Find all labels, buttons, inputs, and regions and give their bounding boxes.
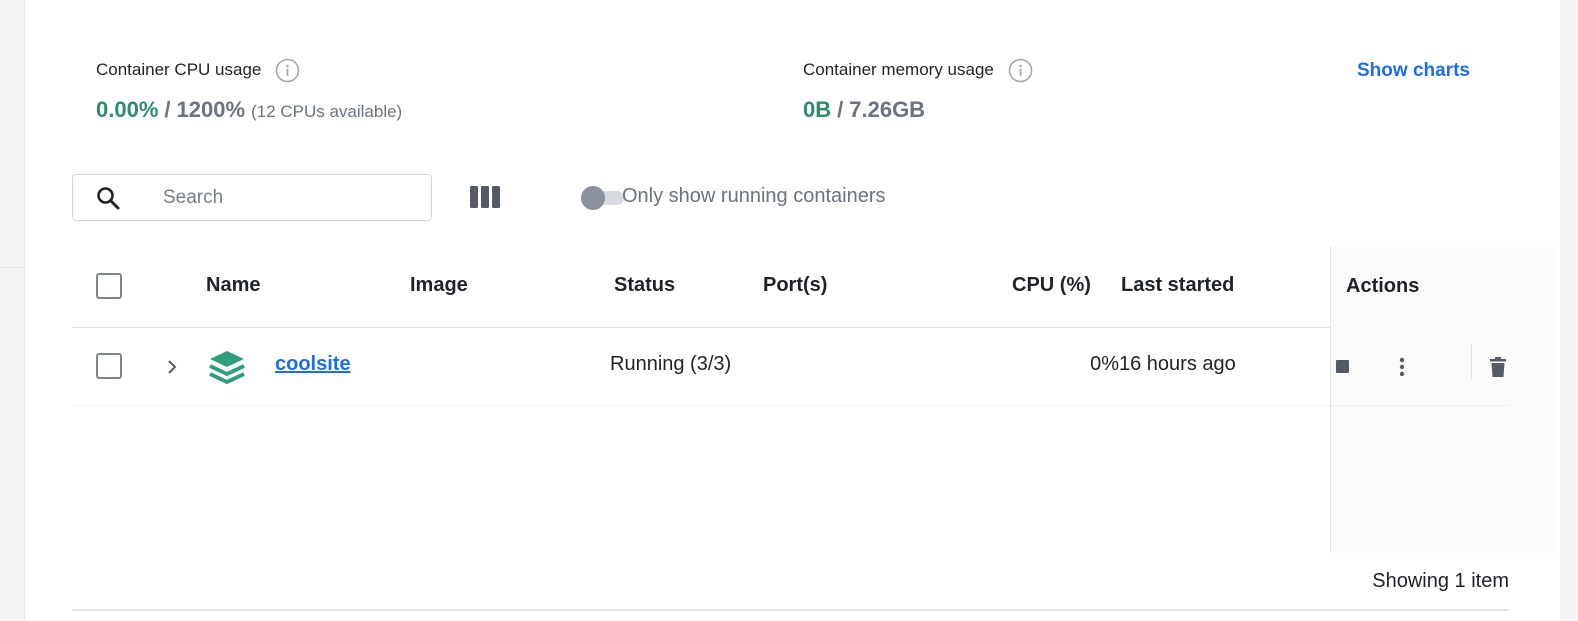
table-row[interactable]: coolsite Running (3/3) 0% 16 hours ago	[72, 328, 1509, 406]
column-header-cpu[interactable]: CPU (%)	[1012, 274, 1091, 297]
right-scroll-gutter	[1560, 0, 1578, 621]
footer-divider	[72, 609, 1509, 611]
search-input[interactable]	[163, 186, 393, 209]
column-header-last-started[interactable]: Last started	[1121, 274, 1234, 297]
toggle-knob	[581, 186, 605, 210]
row-last-started: 16 hours ago	[1119, 353, 1236, 375]
columns-toggle-button[interactable]	[470, 185, 500, 209]
column-header-actions: Actions	[1346, 275, 1420, 297]
trash-icon	[1490, 357, 1506, 377]
row-cpu: 0%	[1090, 353, 1119, 375]
memory-usage-label: Container memory usage	[803, 60, 994, 79]
cpu-used-value: 0.00%	[96, 97, 159, 122]
actions-column-header: Actions	[1330, 246, 1556, 328]
actions-divider	[1471, 343, 1472, 379]
containers-panel: Container CPU usage 0.00% / 1200% (12 CP…	[25, 0, 1560, 621]
view-columns-icon	[470, 186, 500, 208]
cpu-available-note: (12 CPUs available)	[251, 102, 403, 121]
memory-usage-stat: Container memory usage 0B / 7.26GB	[803, 58, 1033, 125]
row-select-checkbox[interactable]	[96, 353, 122, 379]
memory-used-value: 0B	[803, 97, 832, 122]
cpu-total-value: 1200%	[176, 97, 246, 122]
cpu-separator: /	[164, 97, 171, 122]
column-header-name[interactable]: Name	[206, 274, 260, 297]
item-count: Showing 1 item	[1372, 570, 1509, 592]
running-only-label: Only show running containers	[622, 185, 886, 207]
more-vertical-icon	[1399, 357, 1405, 377]
stop-button[interactable]	[1328, 352, 1358, 382]
memory-total-value: 7.26GB	[849, 97, 926, 122]
column-header-ports[interactable]: Port(s)	[763, 274, 827, 297]
stop-icon	[1336, 360, 1349, 373]
column-header-status[interactable]: Status	[614, 274, 675, 297]
container-name-link[interactable]: coolsite	[275, 353, 351, 376]
show-charts-link[interactable]: Show charts	[1357, 60, 1470, 82]
left-sidebar-edge	[0, 0, 25, 621]
running-only-toggle[interactable]	[580, 186, 626, 210]
select-all-checkbox[interactable]	[96, 273, 122, 299]
search-box[interactable]	[72, 174, 432, 221]
info-icon[interactable]	[1008, 58, 1033, 83]
chevron-right-icon[interactable]	[164, 357, 180, 377]
more-options-button[interactable]	[1387, 352, 1417, 382]
memory-separator: /	[837, 97, 844, 122]
search-icon	[95, 185, 121, 211]
cpu-usage-label: Container CPU usage	[96, 60, 262, 79]
delete-button[interactable]	[1483, 352, 1513, 382]
cpu-usage-stat: Container CPU usage 0.00% / 1200% (12 CP…	[96, 58, 402, 125]
table-header: Name Image Status Port(s) CPU (%) Last s…	[72, 246, 1556, 328]
compose-stack-icon	[209, 351, 245, 384]
row-actions	[1330, 328, 1556, 406]
row-status: Running (3/3)	[610, 353, 732, 375]
column-header-image[interactable]: Image	[410, 274, 468, 297]
info-icon[interactable]	[275, 58, 300, 83]
